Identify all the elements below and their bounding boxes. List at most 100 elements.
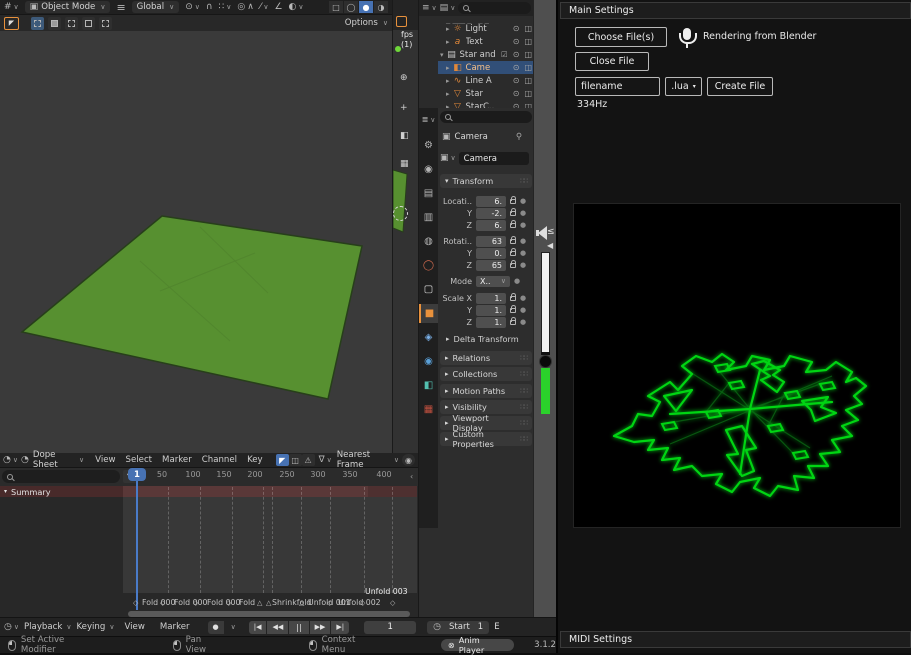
camera-visibility-icon[interactable]: ◫ — [524, 50, 532, 59]
tab-viewlayer-icon[interactable]: ▥ — [419, 208, 438, 227]
animate-dot-icon[interactable]: ● — [520, 249, 526, 257]
nav-camera-icon[interactable]: ◧ — [400, 132, 409, 141]
playhead-line[interactable] — [136, 481, 138, 610]
pin-icon[interactable]: ⚲ — [516, 132, 522, 142]
keying-set-dropdown[interactable]: ∨ — [231, 623, 236, 631]
filter-dropdown[interactable]: ∇∨ — [319, 456, 332, 465]
next-keyframe-button[interactable]: ▶▶ — [310, 621, 331, 634]
menu-key[interactable]: Key — [242, 455, 268, 465]
shading-solid-off-button[interactable]: ◯ — [344, 1, 358, 13]
marker-label[interactable]: Fold 000 — [174, 598, 207, 607]
custom-properties-panel[interactable]: ▸Custom Properties∷∷ — [440, 432, 532, 446]
lock-icon[interactable] — [510, 223, 516, 228]
location-x-field[interactable]: 6. — [476, 196, 506, 207]
editor-type-dope-icon[interactable]: ◔∨ — [3, 456, 18, 465]
options-dropdown[interactable]: Options∨ — [345, 18, 388, 28]
dope-mode-dropdown[interactable]: Dope Sheet∨ — [33, 450, 84, 470]
marker-label[interactable]: Shrinkfold — [272, 598, 311, 607]
editor-type-timeline-icon[interactable]: ◷∨ — [4, 623, 19, 632]
outliner-display-mode-icon[interactable]: ▤∨ — [440, 4, 456, 13]
snap-magnet-icon[interactable]: ∩ — [206, 3, 213, 12]
motion-paths-panel[interactable]: ▸Motion Paths∷∷ — [440, 384, 532, 398]
rotation-z-field[interactable]: 65 — [476, 260, 506, 271]
object-name-field[interactable]: Camera — [459, 152, 529, 165]
location-y-field[interactable]: -2. — [476, 208, 506, 219]
animate-dot-icon[interactable]: ● — [520, 306, 526, 314]
shading-material-button[interactable]: ◑ — [374, 1, 388, 13]
menu-view[interactable]: View — [119, 622, 149, 632]
tab-world-icon[interactable]: ◯ — [419, 256, 438, 275]
render-preview-dropdown[interactable]: ◐∨ — [289, 3, 304, 12]
menu-marker[interactable]: Marker — [155, 622, 195, 632]
close-icon[interactable]: ⊗ — [448, 640, 455, 650]
menu-select[interactable]: Select — [121, 455, 158, 465]
tab-texture-icon[interactable]: ▦ — [419, 400, 438, 419]
lock-icon[interactable] — [510, 320, 516, 325]
active-tool-tweak-icon[interactable]: ◤ — [4, 17, 19, 30]
rotation-y-field[interactable]: 0. — [476, 248, 506, 259]
shading-wireframe-button[interactable]: □ — [329, 1, 343, 13]
keying-menu[interactable]: Keying∨ — [76, 622, 114, 632]
select-box-new[interactable] — [48, 17, 61, 30]
scale-x-field[interactable]: 1. — [476, 293, 506, 304]
lock-icon[interactable] — [510, 251, 516, 256]
only-selected-toggle[interactable]: ◤ — [276, 454, 289, 466]
marker-diamond[interactable]: ◇ — [226, 599, 231, 607]
frame-end-field-clipped[interactable]: E — [494, 622, 499, 632]
animate-dot-icon[interactable]: ● — [520, 261, 526, 269]
viewport-3d[interactable] — [0, 31, 392, 453]
current-frame-field[interactable]: 1 — [364, 621, 416, 634]
marker-triangle[interactable]: △ — [299, 599, 304, 607]
lock-icon[interactable] — [510, 211, 516, 216]
tab-modifiers-icon[interactable]: ◈ — [419, 328, 438, 347]
camera-visibility-icon[interactable]: ◫ — [524, 63, 532, 72]
outliner-row-text[interactable]: ▸aText⊙◫ — [438, 35, 534, 48]
current-frame-badge[interactable]: 1 — [128, 468, 146, 481]
ruler-collapse-icon[interactable]: ‹ — [410, 472, 413, 481]
volume-slider-knob[interactable] — [539, 355, 552, 368]
marker-diamond[interactable]: ◇ — [133, 599, 138, 607]
volume-slider-track[interactable] — [541, 252, 550, 354]
nav-move-icon[interactable]: + — [400, 104, 408, 113]
orientation-dropdown[interactable]: Global∨ — [132, 1, 180, 13]
transform-panel-header[interactable]: ▾Transform∷∷ — [440, 174, 532, 188]
collections-panel[interactable]: ▸Collections∷∷ — [440, 367, 532, 381]
outliner-row-star[interactable]: ▸▽Star⊙◫ — [438, 87, 534, 100]
menu-channel[interactable]: Channel — [197, 455, 242, 465]
tab-physics-icon[interactable]: ◉ — [419, 352, 438, 371]
delta-transform-panel[interactable]: ▸Delta Transform — [446, 334, 519, 344]
camera-visibility-icon[interactable]: ◫ — [524, 37, 532, 46]
nav-zoom-icon[interactable]: ⊕ — [400, 74, 408, 83]
mode-dropdown[interactable]: ▣Object Mode∨ — [25, 1, 111, 13]
proportional-toggle[interactable]: ◉ — [402, 454, 415, 466]
select-box-subtract[interactable] — [82, 17, 95, 30]
camera-data-icon[interactable]: ▣∨ — [440, 154, 456, 163]
collapse-left-icon[interactable]: ◀ — [547, 241, 553, 250]
animate-dot-icon[interactable]: ● — [520, 209, 526, 217]
auto-keying-record-button[interactable]: ● — [208, 621, 224, 634]
rotation-mode-dropdown[interactable]: X..∨ — [476, 276, 510, 287]
anim-player-badge[interactable]: ⊗Anim Player — [441, 639, 514, 651]
extension-dropdown[interactable]: .lua▾ — [665, 77, 702, 96]
marker-label-unfold003[interactable]: Unfold 003 — [365, 587, 408, 596]
hide-channels-toggle[interactable]: ◫ — [289, 454, 302, 466]
snap-dropdown[interactable]: Nearest Frame∨ — [337, 450, 399, 470]
jump-to-start-button[interactable]: |◀ — [249, 621, 267, 634]
eye-icon[interactable]: ⊙ — [513, 76, 520, 85]
marker-triangle[interactable]: △ — [257, 599, 262, 607]
tab-object-icon-selected[interactable]: ■ — [419, 304, 438, 323]
marker-label[interactable]: Fold 000 — [207, 598, 240, 607]
strip-tool-icon[interactable] — [396, 16, 407, 27]
channel-search-input[interactable] — [2, 470, 120, 483]
annotate-dropdown[interactable]: ⁄∨ — [260, 3, 269, 12]
viewport-display-panel[interactable]: ▸Viewport Display∷∷ — [440, 416, 532, 430]
frame-start-field[interactable]: ◷ Start 1 — [427, 621, 489, 634]
lock-icon[interactable] — [510, 296, 516, 301]
marker-diamond[interactable]: ◇ — [360, 599, 365, 607]
outliner-search-input[interactable] — [458, 2, 531, 14]
animate-dot-icon[interactable]: ● — [514, 277, 520, 285]
close-file-button[interactable]: Close File — [575, 52, 649, 71]
errors-toggle[interactable]: ⚠ — [302, 454, 315, 466]
prev-keyframe-button[interactable]: ◀◀ — [267, 621, 288, 634]
create-file-button[interactable]: Create File — [707, 77, 773, 96]
